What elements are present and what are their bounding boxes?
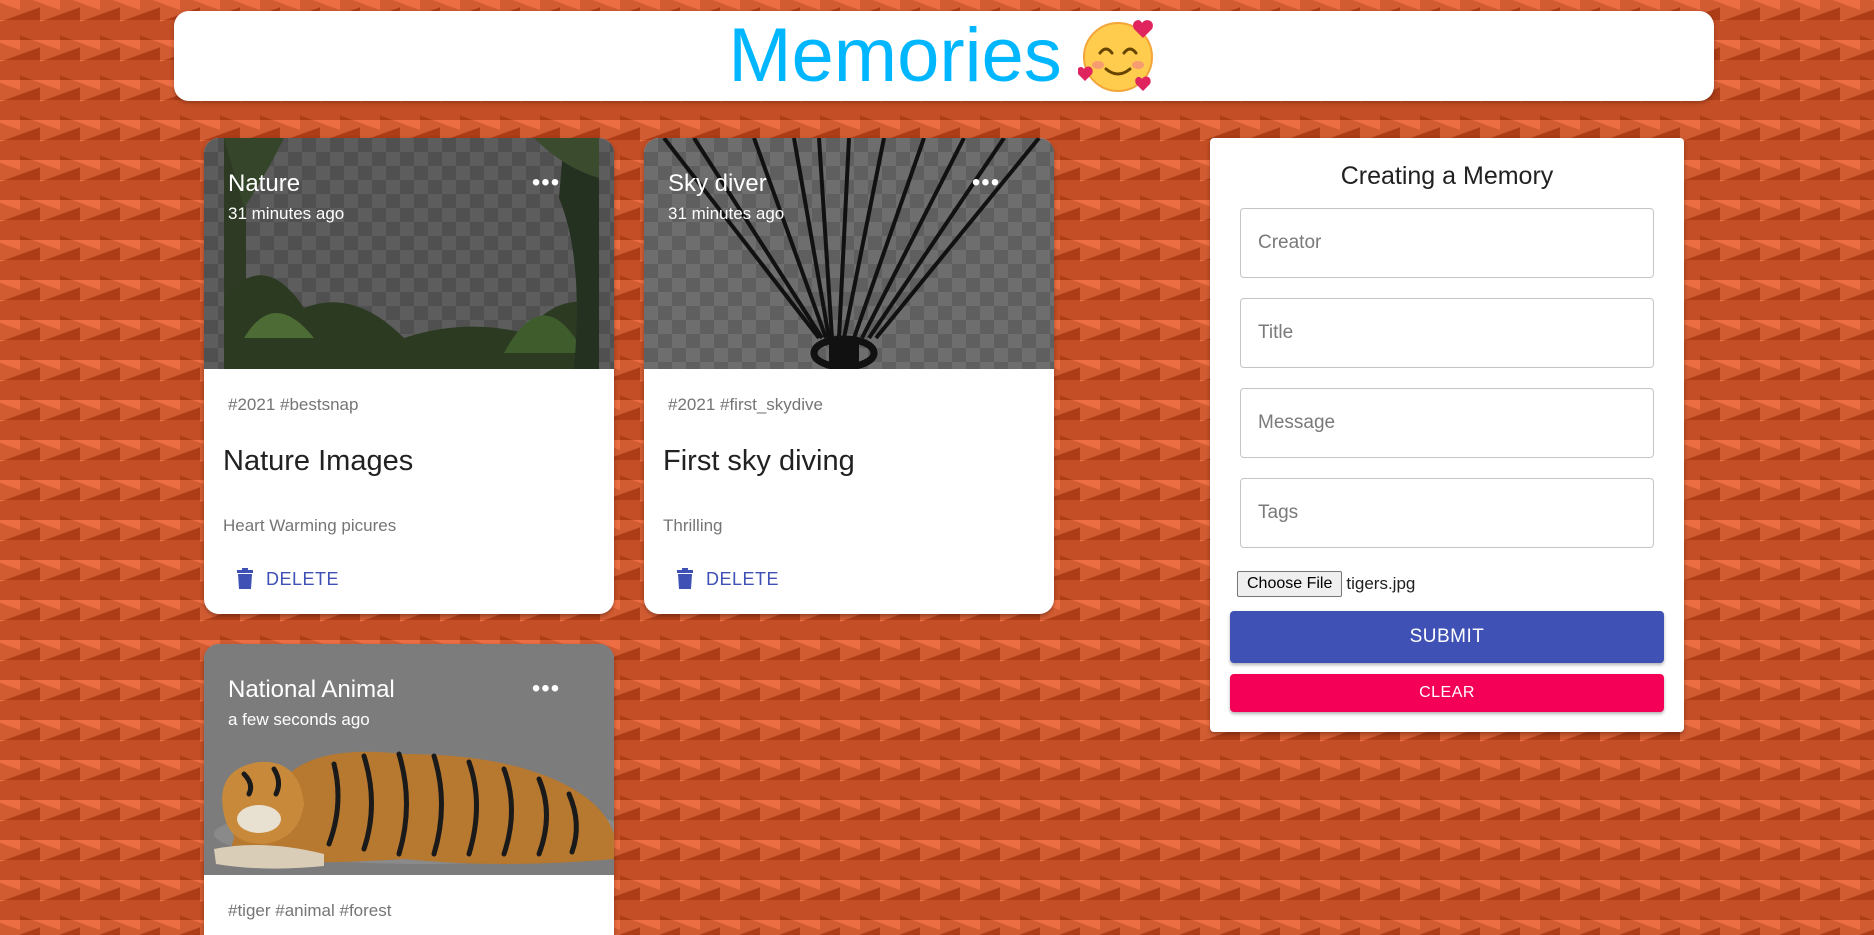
delete-button[interactable]: DELETE xyxy=(236,568,339,590)
card-time: 31 minutes ago xyxy=(228,204,345,223)
memory-card: National Animal a few seconds ago ••• #t… xyxy=(204,644,614,935)
smiling-face-with-hearts-icon xyxy=(1077,17,1160,95)
trash-icon xyxy=(677,568,693,589)
choose-file-button[interactable]: Choose File xyxy=(1237,571,1343,597)
create-memory-form: Creating a Memory Choose File tigers.jpg… xyxy=(1210,138,1684,732)
card-creator: National Animal xyxy=(228,676,395,703)
clear-button[interactable]: CLEAR xyxy=(1230,674,1664,712)
file-picker: Choose File tigers.jpg xyxy=(1237,571,1415,597)
more-options-button[interactable]: ••• xyxy=(526,168,566,198)
form-title: Creating a Memory xyxy=(1340,162,1554,190)
card-title: First sky diving xyxy=(663,445,855,477)
card-media: Nature 31 minutes ago ••• xyxy=(204,138,614,369)
card-tags: #tiger #animal #forest xyxy=(228,901,392,920)
card-creator: Sky diver xyxy=(668,170,767,197)
tags-input[interactable] xyxy=(1240,478,1654,548)
memory-card: Nature 31 minutes ago ••• #2021 #bestsna… xyxy=(204,138,614,614)
card-tags: #2021 #bestsnap xyxy=(228,395,359,414)
card-creator: Nature xyxy=(228,170,301,197)
card-time: a few seconds ago xyxy=(228,710,370,729)
card-title: Nature Images xyxy=(223,445,414,477)
card-tags: #2021 #first_skydive xyxy=(668,395,823,414)
delete-label: DELETE xyxy=(266,568,340,589)
card-media: Sky diver 31 minutes ago ••• xyxy=(644,138,1054,369)
file-name: tigers.jpg xyxy=(1346,574,1416,593)
app-title: Memories xyxy=(728,13,1062,98)
card-message: Heart Warming picures xyxy=(223,516,397,535)
card-media: National Animal a few seconds ago ••• xyxy=(204,644,614,875)
creator-input[interactable] xyxy=(1240,208,1654,278)
title-input[interactable] xyxy=(1240,298,1654,368)
memory-card: Sky diver 31 minutes ago ••• #2021 #firs… xyxy=(644,138,1054,614)
app-header: Memories xyxy=(174,11,1714,101)
trash-icon xyxy=(237,568,253,589)
submit-button[interactable]: SUBMIT xyxy=(1230,611,1664,663)
card-message: Thrilling xyxy=(663,516,723,535)
delete-label: DELETE xyxy=(706,568,780,589)
more-options-button[interactable]: ••• xyxy=(526,674,566,704)
delete-button[interactable]: DELETE xyxy=(676,568,779,590)
message-input[interactable] xyxy=(1240,388,1654,458)
more-options-button[interactable]: ••• xyxy=(966,168,1006,198)
card-time: 31 minutes ago xyxy=(668,204,785,223)
